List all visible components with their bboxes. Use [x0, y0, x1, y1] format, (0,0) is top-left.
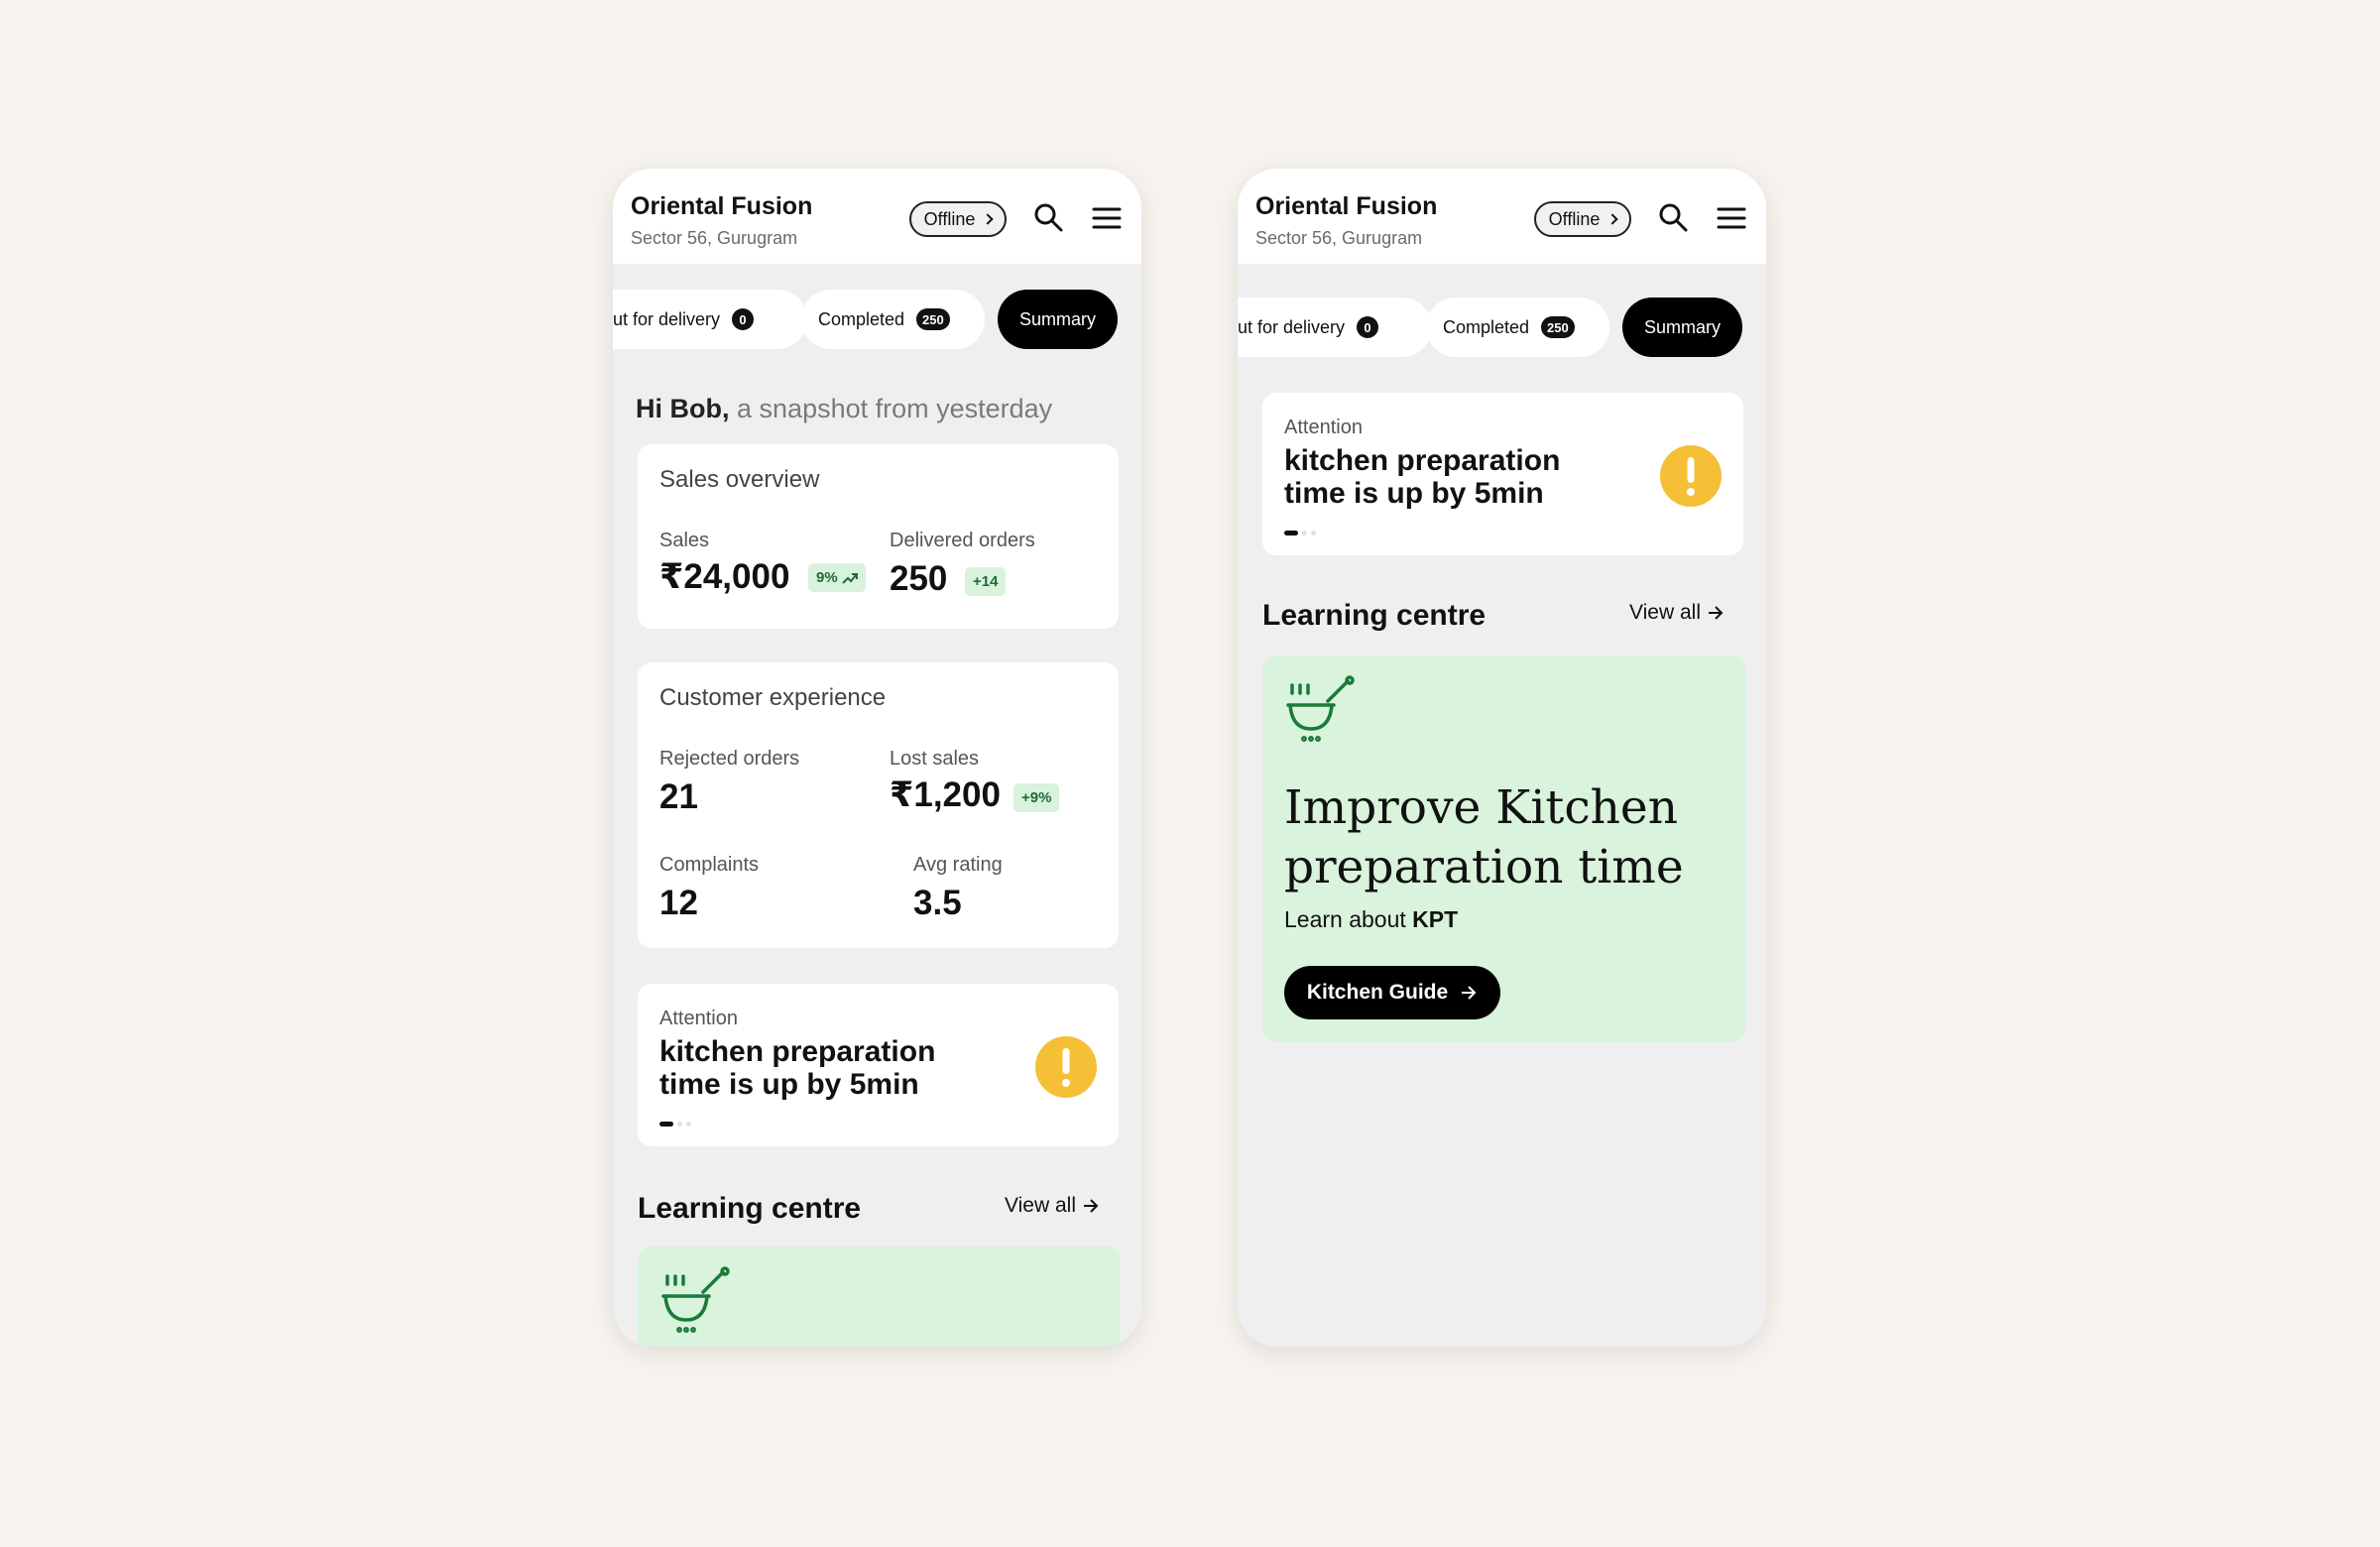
status-label: Offline	[923, 208, 976, 229]
attention-message: kitchen preparation time is up by 5min	[659, 1035, 936, 1101]
sales-delta-badge: 9%	[808, 563, 866, 592]
sales-overview-card[interactable]: Sales overview Sales ₹24,000 9% Delivere…	[638, 444, 1119, 629]
sales-label: Sales	[659, 530, 710, 551]
customer-experience-card[interactable]: Customer experience Rejected orders 21 L…	[638, 662, 1119, 948]
greeting-subtitle: a snapshot from yesterday	[737, 394, 1053, 423]
attention-card[interactable]: Attention kitchen preparation time is up…	[638, 984, 1119, 1146]
phone-screen-summary-top: Oriental Fusion Sector 56, Gurugram Offl…	[613, 169, 1141, 1347]
lost-sales-delta-badge: +9%	[1013, 783, 1060, 812]
order-tabs: ut for delivery 0 Completed 250 Summary	[613, 290, 1141, 349]
complaints-label: Complaints	[659, 854, 760, 876]
tab-out-for-delivery[interactable]: ut for delivery 0	[613, 290, 807, 349]
learning-centre-title: Learning centre	[1262, 599, 1487, 632]
carousel-dots	[659, 1122, 691, 1128]
alert-icon	[1035, 1036, 1097, 1098]
carousel-dot[interactable]	[1311, 531, 1316, 536]
rejected-orders-label: Rejected orders	[659, 748, 800, 770]
learning-centre-title: Learning centre	[638, 1192, 862, 1225]
search-icon[interactable]	[1658, 202, 1688, 232]
arrow-right-icon	[1708, 606, 1724, 620]
delta-value: 9%	[816, 569, 838, 586]
tab-summary[interactable]: Summary	[1622, 298, 1742, 357]
view-all-label: View all	[1005, 1194, 1076, 1217]
cooking-pot-icon	[1286, 675, 1355, 742]
lost-sales-label: Lost sales	[890, 748, 980, 770]
app-header: Oriental Fusion Sector 56, Gurugram Offl…	[613, 169, 1141, 264]
app-header: Oriental Fusion Sector 56, Gurugram Offl…	[1238, 169, 1766, 264]
hamburger-menu-icon[interactable]	[1717, 206, 1746, 230]
kitchen-guide-button[interactable]: Kitchen Guide	[1284, 966, 1500, 1019]
learning-card[interactable]: Improve Kitchen preparation time Learn a…	[1262, 655, 1745, 1042]
chevron-right-icon	[1606, 213, 1619, 225]
phone-screen-summary-scrolled: Oriental Fusion Sector 56, Gurugram Offl…	[1238, 169, 1766, 1347]
store-name: Oriental Fusion	[1255, 192, 1438, 220]
tab-label: Completed	[1443, 316, 1530, 337]
carousel-dot[interactable]	[659, 1122, 673, 1127]
count-badge: 0	[732, 308, 755, 330]
store-location: Sector 56, Gurugram	[1255, 228, 1423, 248]
subtitle-bold: KPT	[1412, 906, 1459, 932]
tab-label: Summary	[1643, 316, 1721, 337]
complaints-value: 12	[659, 884, 698, 922]
carousel-dot[interactable]	[1284, 531, 1298, 536]
lost-sales-value: ₹1,200	[890, 775, 1001, 814]
tab-label: Summary	[1018, 308, 1096, 329]
arrow-right-icon	[1462, 986, 1477, 1000]
card-title: Sales overview	[659, 466, 820, 493]
button-label: Kitchen Guide	[1306, 981, 1449, 1004]
rejected-orders-value: 21	[659, 777, 698, 816]
count-badge: 250	[916, 308, 950, 330]
avg-rating-label: Avg rating	[913, 854, 1003, 876]
greeting-name: Hi Bob,	[636, 394, 730, 423]
tab-completed[interactable]: Completed 250	[1426, 298, 1609, 357]
view-all-link[interactable]: View all	[1629, 601, 1725, 625]
carousel-dot[interactable]	[1302, 531, 1307, 536]
search-icon[interactable]	[1033, 202, 1063, 232]
delivered-orders-label: Delivered orders	[890, 530, 1035, 551]
attention-message: kitchen preparation time is up by 5min	[1284, 444, 1561, 510]
tab-label: ut for delivery	[1238, 316, 1346, 337]
learning-card-subtitle: Learn about KPT	[1284, 906, 1458, 933]
attention-card[interactable]: Attention kitchen preparation time is up…	[1262, 393, 1743, 555]
arrow-right-icon	[1083, 1199, 1099, 1213]
attention-label: Attention	[659, 1008, 738, 1029]
hamburger-menu-icon[interactable]	[1092, 206, 1122, 230]
learning-card[interactable]	[638, 1247, 1121, 1347]
tab-label: ut for delivery	[613, 308, 721, 329]
count-badge: 0	[1357, 316, 1379, 338]
attention-label: Attention	[1284, 416, 1363, 438]
trend-up-icon	[841, 572, 858, 584]
sales-value: ₹24,000	[659, 557, 790, 596]
chevron-right-icon	[982, 213, 995, 225]
delta-value: +14	[973, 573, 999, 590]
store-name: Oriental Fusion	[631, 192, 813, 220]
view-all-link[interactable]: View all	[1005, 1194, 1100, 1218]
status-toggle-button[interactable]: Offline	[1534, 201, 1631, 237]
count-badge: 250	[1541, 316, 1575, 338]
tab-summary[interactable]: Summary	[998, 290, 1118, 349]
carousel-dot[interactable]	[677, 1122, 682, 1127]
tab-completed[interactable]: Completed 250	[801, 290, 985, 349]
carousel-dot[interactable]	[686, 1122, 691, 1127]
order-tabs: ut for delivery 0 Completed 250 Summary	[1238, 298, 1766, 357]
cooking-pot-icon	[661, 1266, 730, 1333]
view-all-label: View all	[1629, 601, 1701, 624]
store-location: Sector 56, Gurugram	[631, 228, 798, 248]
carousel-dots	[1284, 531, 1316, 536]
learning-card-heading: Improve Kitchen preparation time	[1284, 780, 1684, 894]
orders-delta-badge: +14	[965, 567, 1007, 596]
avg-rating-value: 3.5	[913, 884, 962, 922]
delivered-orders-value: 250	[890, 559, 948, 598]
tab-out-for-delivery[interactable]: ut for delivery 0	[1238, 298, 1432, 357]
delta-value: +9%	[1021, 789, 1052, 806]
greeting-text: Hi Bob, a snapshot from yesterday	[636, 394, 1052, 424]
status-label: Offline	[1548, 208, 1601, 229]
status-toggle-button[interactable]: Offline	[909, 201, 1007, 237]
card-title: Customer experience	[659, 684, 887, 711]
subtitle-prefix: Learn about	[1284, 906, 1406, 932]
tab-label: Completed	[818, 308, 905, 329]
alert-icon	[1660, 445, 1722, 507]
